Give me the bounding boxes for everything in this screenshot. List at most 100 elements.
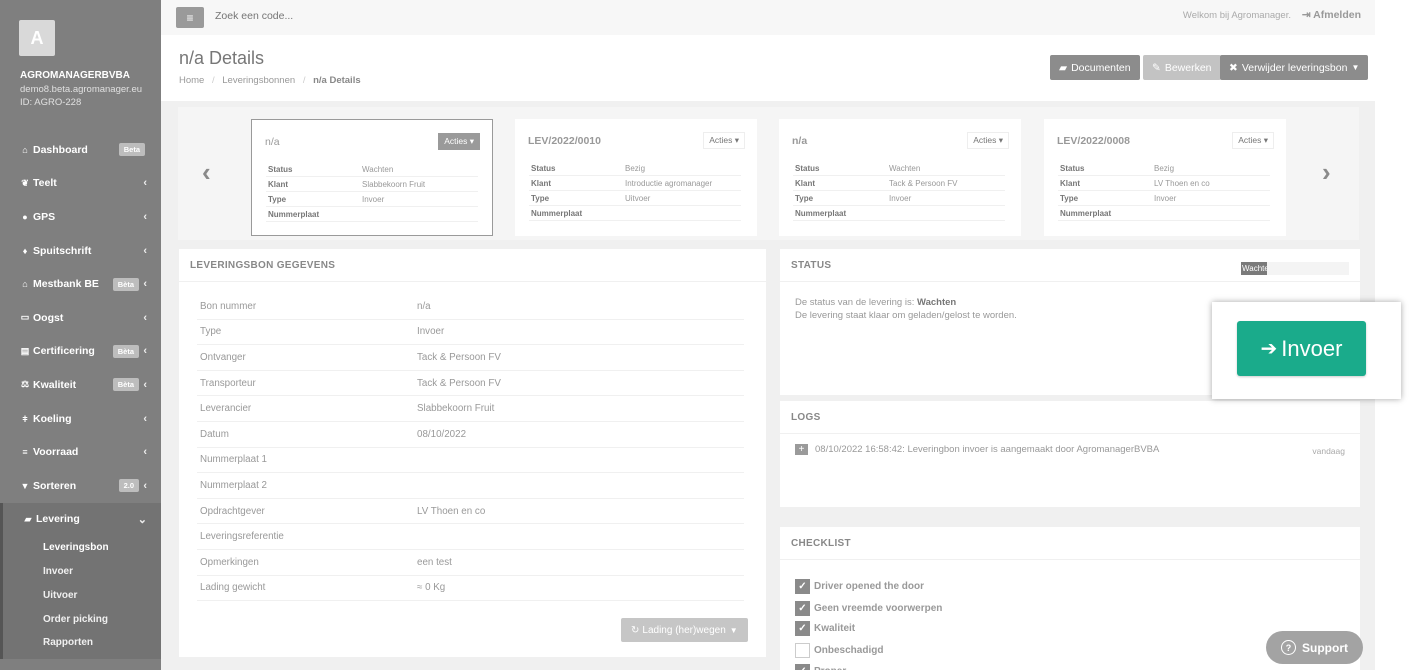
card-table: Status Bezig Klant LV Thoen en co Type Invo… xyxy=(1058,161,1270,221)
sidebar-item-levering[interactable]: ▰ Levering ⌄ xyxy=(0,502,161,537)
leveringsbon-card[interactable]: LEV/2022/0008 Acties ▾ Status Bezig Klant… xyxy=(1044,119,1286,236)
card-row: Nummerplaat xyxy=(266,207,478,222)
breadcrumb-leveringsbonnen[interactable]: Leveringsbonnen xyxy=(222,75,295,86)
row-label: Datum xyxy=(200,428,229,440)
checklist-item[interactable]: ✓ Kwaliteit xyxy=(795,621,855,636)
card-actions-button[interactable]: Acties ▾ xyxy=(703,132,745,149)
sidebar-item-voorraad[interactable]: ≡ Voorraad ‹ xyxy=(0,435,161,469)
card-actions-button[interactable]: Acties ▾ xyxy=(967,132,1009,149)
sidebar-item-label: Oogst xyxy=(33,311,64,324)
log-text: 08/10/2022 16:58:42: Leveringbon invoer … xyxy=(815,444,1160,455)
status-line-1: De status van de levering is: Wachten xyxy=(795,296,1017,309)
page-header: n/a Details Home / Leveringsbonnen / n/a… xyxy=(161,35,1375,101)
checklist-item[interactable]: ✓ Proper xyxy=(795,664,846,670)
documents-label: Documenten xyxy=(1071,61,1131,74)
support-button[interactable]: ? Support xyxy=(1266,631,1363,664)
basket-icon: ▭ xyxy=(20,312,30,323)
table-row: Nummerplaat 1 xyxy=(197,448,744,474)
sidebar: A AGROMANAGERBVBA demo8.beta.agromanager… xyxy=(0,0,161,670)
checkbox[interactable]: ✓ xyxy=(795,621,810,636)
sidebar-item-teelt[interactable]: ❦ Teelt ‹ xyxy=(0,167,161,201)
sidebar-item-label: Levering xyxy=(36,513,80,526)
invoer-button[interactable]: ➔ Invoer xyxy=(1237,321,1366,376)
table-row: Ontvanger Tack & Persoon FV xyxy=(197,345,744,371)
leveringsbon-card[interactable]: n/a Acties ▾ Status Wachten Klant Slabbeko… xyxy=(251,119,493,236)
submenu-item-uitvoer[interactable]: Uitvoer xyxy=(3,584,161,608)
checkbox[interactable]: ✓ xyxy=(795,600,810,616)
sidebar-menu: ⌂ Dashboard Beta ❦ Teelt ‹ ● GPS ‹ ♦ Spu… xyxy=(0,133,161,659)
folder-icon: ▰ xyxy=(1059,61,1068,74)
card-row: Klant LV Thoen en co xyxy=(1058,176,1270,191)
row-value: n/a xyxy=(417,300,431,312)
leaf-icon: ❦ xyxy=(21,177,29,188)
breadcrumb-separator: / xyxy=(302,75,306,86)
submenu-item-order-picking[interactable]: Order picking xyxy=(3,607,161,631)
plus-icon[interactable]: + xyxy=(795,444,808,455)
question-icon: ? xyxy=(1281,640,1296,655)
sidebar-item-label: Mestbank BE xyxy=(33,278,99,291)
card-row: Status Bezig xyxy=(529,161,741,176)
card-key: Klant xyxy=(531,178,551,188)
delete-leveringsbon-button[interactable]: ✖ Verwijder leveringsbon ▼ xyxy=(1220,55,1369,80)
sidebar-item-label: Voorraad xyxy=(33,446,79,459)
lading-herwegen-label: Lading (her)wegen xyxy=(642,624,726,636)
company-avatar[interactable]: A xyxy=(19,20,55,56)
row-value: Slabbekoorn Fruit xyxy=(417,403,495,415)
row-label: Leverancier xyxy=(200,403,252,415)
checkbox[interactable]: ✓ xyxy=(795,664,810,670)
filter-icon: ▼ xyxy=(20,480,30,491)
card-key: Type xyxy=(531,193,550,203)
sidebar-item-certificering[interactable]: ▤ Certificering Bèta ‹ xyxy=(0,335,161,369)
chevron-left-icon: ‹ xyxy=(143,244,147,257)
sidebar-item-spuitschrift[interactable]: ♦ Spuitschrift ‹ xyxy=(0,234,161,268)
edit-button[interactable]: ✎ Bewerken xyxy=(1143,55,1221,80)
sidebar-item-mestbank[interactable]: ⌂ Mestbank BE Bèta ‹ xyxy=(0,267,161,301)
sidebar-item-dashboard[interactable]: ⌂ Dashboard Beta xyxy=(0,133,161,167)
hamburger-icon: ≡ xyxy=(186,10,194,25)
sidebar-item-koeling[interactable]: ǂ Koeling ‹ xyxy=(0,402,161,436)
sidebar-item-oogst[interactable]: ▭ Oogst ‹ xyxy=(0,301,161,335)
row-label: Lading gewicht xyxy=(200,582,266,594)
leveringsbon-card[interactable]: LEV/2022/0010 Acties ▾ Status Bezig Klant… xyxy=(515,119,757,236)
submenu-item-invoer[interactable]: Invoer xyxy=(3,560,161,584)
checklist-item[interactable]: ✓ Driver opened the door xyxy=(795,579,924,594)
sidebar-item-kwaliteit[interactable]: ⚖ Kwaliteit Bèta ‹ xyxy=(0,368,161,402)
card-actions-button[interactable]: Acties ▾ xyxy=(438,133,480,150)
card-row: Klant Introductie agromanager xyxy=(529,176,741,191)
logout-link[interactable]: ⇥ Afmelden xyxy=(1302,9,1361,21)
leveringsbon-card[interactable]: n/a Acties ▾ Status Wachten Klant Tack & P… xyxy=(779,119,1021,236)
company-name: AGROMANAGERBVBA xyxy=(20,70,130,81)
sidebar-item-gps[interactable]: ● GPS ‹ xyxy=(0,200,161,234)
checkbox[interactable]: ✓ xyxy=(795,579,810,594)
card-key: Nummerplaat xyxy=(531,208,583,218)
certificate-icon: ▤ xyxy=(20,345,30,356)
sidebar-item-sorteren[interactable]: ▼ Sorteren 2.0 ‹ xyxy=(0,469,161,503)
card-row: Type Invoer xyxy=(1058,191,1270,206)
search-input[interactable] xyxy=(215,10,415,22)
chevron-left-icon: ‹ xyxy=(143,446,147,459)
breadcrumb-home[interactable]: Home xyxy=(179,75,204,86)
logout-label: Afmelden xyxy=(1313,9,1361,21)
submenu-item-leveringsbon[interactable]: Leveringsbon xyxy=(3,536,161,560)
card-actions-button[interactable]: Acties ▾ xyxy=(1232,132,1274,149)
checklist-item[interactable]: ✓ Geen vreemde voorwerpen xyxy=(795,600,942,616)
lading-herwegen-button[interactable]: ↻ Lading (her)wegen ▼ xyxy=(621,618,748,642)
breadcrumb: Home / Leveringsbonnen / n/a Details xyxy=(179,75,361,86)
card-key: Type xyxy=(795,193,814,203)
carousel-next-button[interactable]: › xyxy=(1322,157,1331,188)
documents-button[interactable]: ▰ Documenten xyxy=(1050,55,1140,80)
row-label: Transporteur xyxy=(200,377,256,389)
table-row: Opmerkingen een test xyxy=(197,550,744,576)
checkbox[interactable] xyxy=(795,643,810,658)
submenu-item-rapporten[interactable]: Rapporten xyxy=(3,631,161,655)
checklist-item[interactable]: Onbeschadigd xyxy=(795,643,883,658)
table-row: Leverancier Slabbekoorn Fruit xyxy=(197,396,744,422)
hamburger-menu-button[interactable]: ≡ xyxy=(176,7,204,28)
carousel-prev-button[interactable]: ‹ xyxy=(202,157,211,188)
status-progress-fill: Wachten xyxy=(1241,262,1267,275)
invoer-label: Invoer xyxy=(1281,335,1343,361)
sidebar-item-label: Sorteren xyxy=(33,479,77,492)
card-row: Nummerplaat xyxy=(529,206,741,221)
table-row: Leveringsreferentie xyxy=(197,524,744,550)
card-table: Status Bezig Klant Introductie agromanager… xyxy=(529,161,741,221)
